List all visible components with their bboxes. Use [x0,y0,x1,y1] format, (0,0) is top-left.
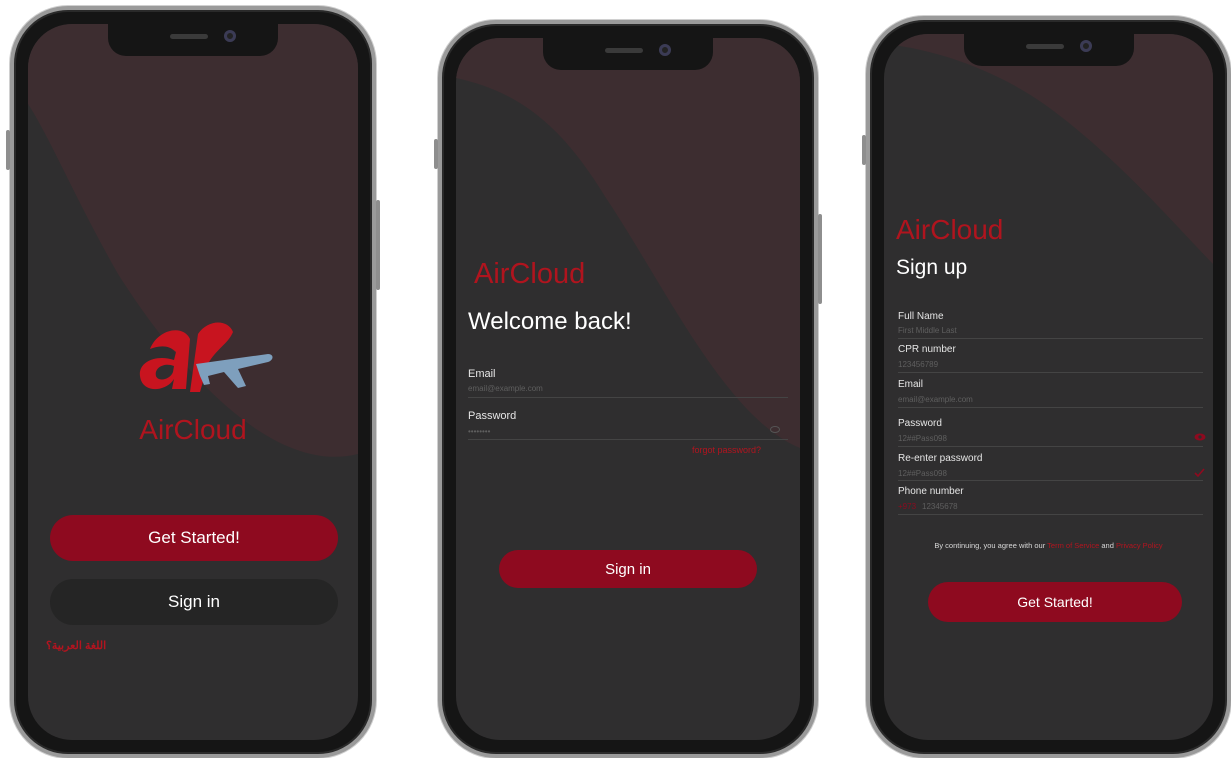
camera-icon [1079,40,1092,52]
speaker [1025,44,1064,49]
get-started-button[interactable]: Get Started! [928,582,1182,622]
screen: AirCloud Welcome back! Email email@examp… [456,38,800,740]
phone-welcome: AirCloud Get Started! Sign in اللغة العر… [6,6,380,758]
phone-sign-up: AirCloud Sign up Full Name First Middle … [862,16,1231,758]
field-underline [898,338,1203,339]
field-underline [898,372,1203,373]
field-underline [898,514,1203,515]
email-underline [468,397,788,398]
terms-of-service-link[interactable]: Term of Service [1047,541,1099,550]
field-underline [898,446,1203,447]
speaker [170,34,208,39]
full-name-field[interactable]: First Middle Last [898,326,957,335]
field-underline [898,407,1203,408]
brand-name: AirCloud [139,414,247,445]
side-button [434,139,438,169]
notch [963,34,1134,66]
terms-text: By continuing, you agree with our Term o… [884,541,1213,550]
camera-icon [659,44,671,56]
password-underline [468,439,788,440]
cpr-field[interactable]: 123456789 [898,360,938,369]
side-button [818,214,822,304]
cpr-label: CPR number [898,344,956,355]
eye-icon[interactable] [770,426,780,433]
password-field[interactable]: •••••••• [468,427,758,436]
brand-name: AirCloud [896,214,1004,245]
confirm-password-field[interactable]: 12##Pass098 [898,469,947,478]
full-name-label: Full Name [898,311,944,322]
side-button [376,200,380,290]
email-field[interactable]: email@example.com [468,384,768,393]
get-started-button[interactable]: Get Started! [50,515,338,561]
password-label: Password [468,410,517,422]
notch [108,24,278,56]
page-title: Sign up [896,256,968,279]
side-button [6,130,10,170]
camera-icon [224,30,236,42]
privacy-policy-link[interactable]: Privacy Policy [1116,541,1163,550]
confirm-password-label: Re-enter password [898,453,983,464]
aircloud-logo-icon [139,322,273,392]
side-button [862,135,866,165]
check-icon [1194,468,1205,477]
password-label: Password [898,418,942,429]
language-link[interactable]: اللغة العربية؟ [46,639,136,652]
email-label: Email [898,379,924,390]
notch [543,38,713,70]
sign-in-button[interactable]: Sign in [50,579,338,625]
email-field[interactable]: email@example.com [898,395,973,404]
page-title: Welcome back! [468,308,632,335]
terms-prefix: By continuing, you agree with our [934,541,1046,550]
background-wedge [884,34,1213,264]
terms-and: and [1101,541,1114,550]
phone-sign-in: AirCloud Welcome back! Email email@examp… [434,20,822,758]
speaker [605,48,643,53]
phone-prefix: +973 [898,502,917,511]
phone-label: Phone number [898,486,964,497]
screen: AirCloud Get Started! Sign in اللغة العر… [28,24,358,740]
brand-name: AirCloud [474,258,586,290]
email-label: Email [468,368,496,380]
phone-field[interactable]: 12345678 [922,502,958,511]
field-underline [898,480,1203,481]
password-field[interactable]: 12##Pass098 [898,434,947,443]
sign-in-button[interactable]: Sign in [499,550,757,588]
eye-icon[interactable] [1194,433,1206,441]
forgot-password-link[interactable]: forgot password? [692,445,761,455]
screen: AirCloud Sign up Full Name First Middle … [884,34,1213,740]
